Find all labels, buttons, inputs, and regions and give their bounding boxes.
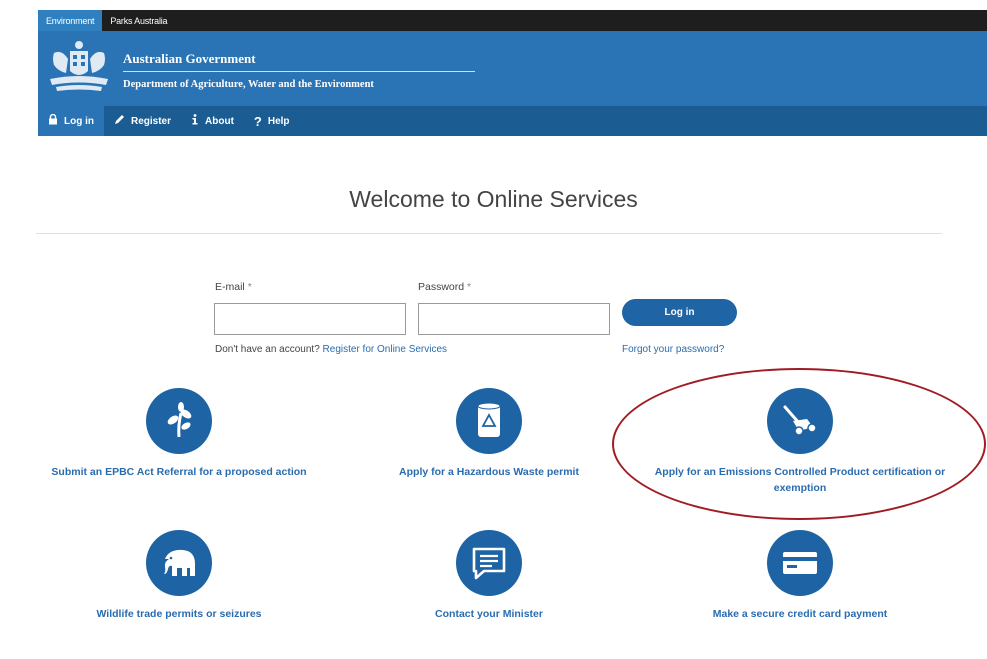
lock-icon — [48, 113, 58, 128]
service-label: Wildlife trade permits or seizures — [96, 608, 262, 620]
government-header: Australian Government Department of Agri… — [38, 31, 987, 106]
service-label: Contact your Minister — [435, 608, 543, 620]
hazard-drum-icon — [456, 388, 522, 454]
login-button[interactable]: Log in — [622, 299, 737, 326]
coat-of-arms-logo — [50, 41, 108, 91]
info-icon — [191, 114, 199, 128]
title-divider — [36, 233, 942, 234]
service-emissions-controlled-product[interactable]: Apply for an Emissions Controlled Produc… — [650, 388, 950, 497]
password-field[interactable] — [418, 303, 610, 335]
nav-item-label: Register — [131, 115, 172, 127]
service-credit-card-payment[interactable]: Make a secure credit card payment — [650, 530, 950, 622]
nav-item-help[interactable]: ? Help — [244, 106, 300, 136]
speech-bubble-icon — [456, 530, 522, 596]
forgot-password-link[interactable]: Forgot your password? — [622, 344, 724, 355]
header-divider — [123, 71, 475, 72]
page-title: Welcome to Online Services — [349, 186, 638, 212]
elephant-icon — [146, 530, 212, 596]
email-label: E-mail * — [215, 281, 252, 293]
register-prompt: Don't have an account? Register for Onli… — [215, 344, 447, 355]
nav-item-about[interactable]: About — [181, 106, 244, 136]
tab-parks-australia[interactable]: Parks Australia — [102, 10, 175, 31]
main-nav: Log in Register About ? Help — [38, 106, 987, 136]
register-link[interactable]: Register for Online Services — [323, 344, 448, 355]
nav-item-label: Log in — [64, 115, 94, 127]
service-label: Apply for an Emissions Controlled Produc… — [654, 466, 946, 495]
question-icon: ? — [253, 113, 262, 129]
service-wildlife-trade[interactable]: Wildlife trade permits or seizures — [29, 530, 329, 622]
plant-sprout-icon — [146, 388, 212, 454]
nav-item-label: About — [205, 115, 234, 127]
service-label: Make a secure credit card payment — [712, 608, 888, 620]
service-epbc-referral[interactable]: Submit an EPBC Act Referral for a propos… — [29, 388, 329, 480]
credit-card-icon — [767, 530, 833, 596]
no-account-text: Don't have an account? — [215, 344, 320, 355]
nav-item-label: Help — [267, 115, 290, 127]
password-label: Password * — [418, 281, 472, 293]
service-label: Apply for a Hazardous Waste permit — [399, 466, 579, 478]
lawn-mower-icon — [767, 388, 833, 454]
government-title: Australian Government — [123, 51, 256, 66]
tab-environment[interactable]: Environment — [38, 10, 103, 31]
department-name: Department of Agriculture, Water and the… — [123, 79, 374, 90]
nav-item-register[interactable]: Register — [104, 106, 181, 136]
email-field[interactable] — [214, 303, 406, 335]
service-contact-minister[interactable]: Contact your Minister — [339, 530, 639, 622]
nav-item-login[interactable]: Log in — [38, 106, 104, 136]
top-utility-bar: Environment Parks Australia — [38, 10, 987, 31]
service-label: Submit an EPBC Act Referral for a propos… — [51, 466, 307, 478]
service-hazardous-waste[interactable]: Apply for a Hazardous Waste permit — [339, 388, 639, 480]
pencil-icon — [114, 114, 125, 128]
